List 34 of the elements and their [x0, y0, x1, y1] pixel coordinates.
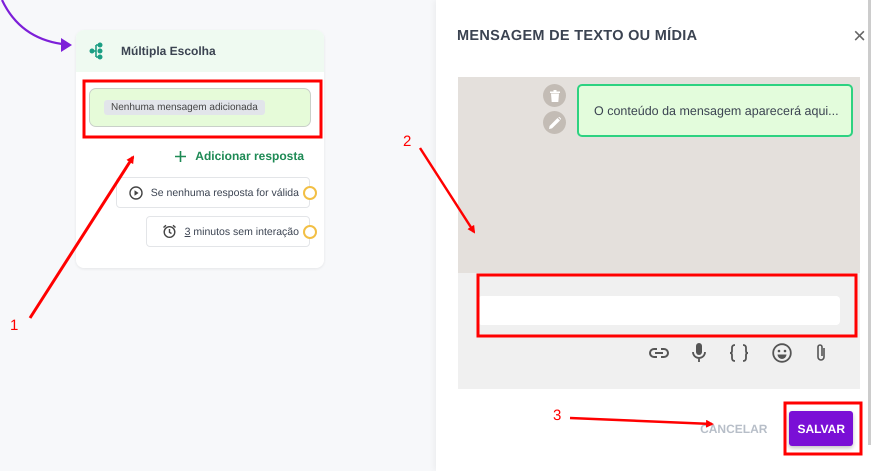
message-box[interactable]: Nenhuma mensagem adicionada	[89, 88, 311, 127]
trash-icon	[550, 90, 560, 102]
link-icon[interactable]	[649, 347, 669, 359]
timeout-value-link[interactable]: 3	[184, 226, 190, 238]
close-button[interactable]: ×	[849, 22, 870, 48]
braces-icon[interactable]	[729, 344, 749, 362]
microphone-icon[interactable]	[692, 343, 706, 363]
message-input[interactable]	[478, 296, 840, 325]
alarm-clock-icon	[162, 224, 177, 239]
output-row[interactable]: Se nenhuma resposta for válida	[116, 177, 310, 208]
annotation-number: 1	[10, 318, 18, 333]
pencil-icon	[548, 116, 560, 128]
dialog-title: MENSAGEM DE TEXTO OU MÍDIA	[457, 28, 698, 44]
paperclip-icon[interactable]	[815, 343, 827, 363]
plus-icon	[175, 150, 186, 162]
annotation-number: 3	[553, 408, 562, 423]
play-icon	[128, 186, 143, 200]
output-label: minutos sem interação	[193, 226, 299, 238]
message-bubble: O conteúdo da mensagem aparecerá aqui...	[577, 84, 853, 137]
delete-button[interactable]	[543, 84, 566, 107]
scrollbar[interactable]	[868, 0, 871, 445]
emoji-icon[interactable]	[772, 343, 792, 363]
edit-button[interactable]	[543, 111, 566, 134]
node-title: Múltipla Escolha	[121, 44, 216, 58]
save-button[interactable]: SALVAR	[789, 411, 853, 446]
add-answer-button[interactable]: Adicionar resposta	[175, 147, 304, 165]
branch-icon	[89, 42, 103, 60]
annotation-number: 2	[403, 134, 412, 149]
node-card[interactable]: Múltipla Escolha Nenhuma mensagem adicionada Adicionar resposta Se nenhuma resposta for válida 3 minutos sem interação	[76, 30, 324, 268]
output-row[interactable]: 3 minutos sem interação	[146, 216, 310, 247]
output-port[interactable]	[303, 225, 317, 239]
empty-message-tag: Nenhuma mensagem adicionada	[104, 100, 265, 115]
output-port[interactable]	[303, 186, 317, 200]
output-label: Se nenhuma resposta for válida	[150, 186, 299, 198]
